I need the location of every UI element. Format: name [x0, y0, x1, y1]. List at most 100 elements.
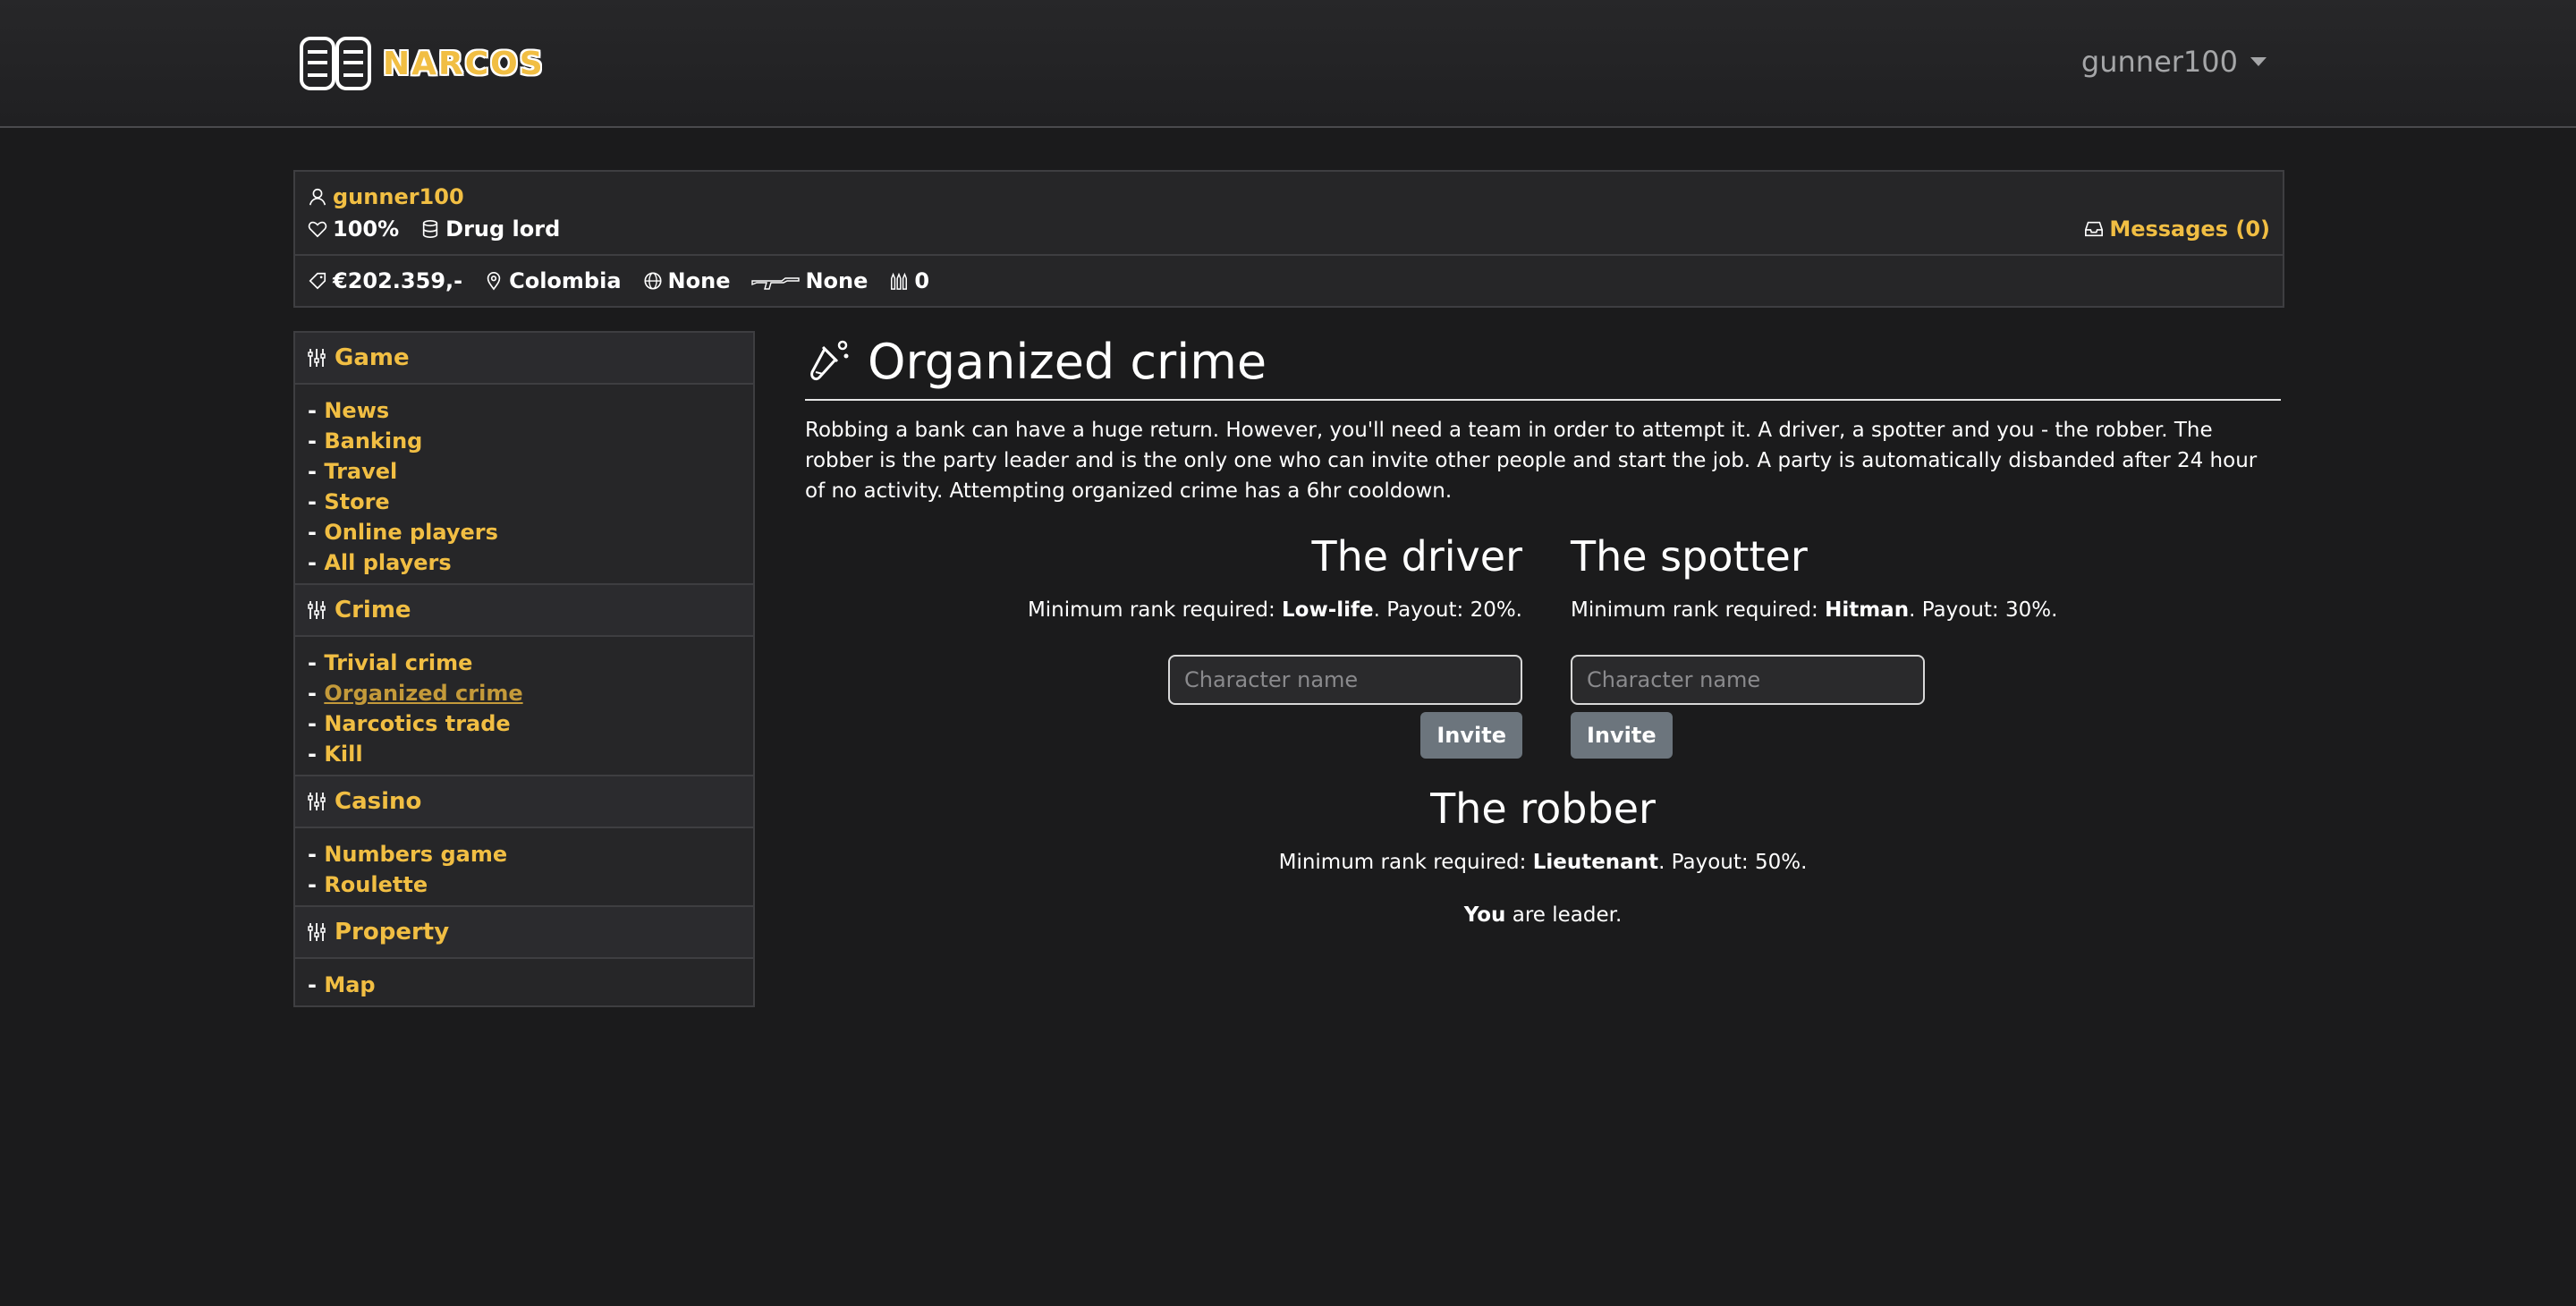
sidebar-item-news: - News [308, 395, 741, 426]
sidebar-item-all-players: - All players [308, 547, 741, 578]
sidebar-link-trivial-crime[interactable]: Trivial crime [324, 650, 472, 675]
driver-rank: Low-life [1282, 598, 1374, 622]
page-title: Organized crime [868, 333, 1267, 390]
sidebar-link-all-players[interactable]: All players [324, 550, 451, 575]
sidebar-section-items: - Numbers game - Roulette [295, 828, 753, 907]
sidebar-link-narcotics-trade[interactable]: Narcotics trade [324, 711, 510, 736]
spotter-title: The spotter [1571, 532, 1808, 581]
sliders-icon [308, 349, 326, 367]
sidebar-link-news[interactable]: News [324, 398, 389, 423]
sidebar-link-organized-crime[interactable]: Organized crime [324, 681, 522, 706]
invite-driver-button[interactable]: Invite [1420, 712, 1522, 759]
driver-role: The driver Minimum rank required: Low-li… [1028, 526, 1522, 759]
sidebar-section-game: Game [295, 333, 753, 385]
player-stats-panel: gunner100 100% Drug lord Messages (0) €2… [293, 170, 2284, 308]
stat-weapon: None [751, 268, 868, 293]
sidebar-item-online-players: - Online players [308, 517, 741, 547]
stat-country: None [643, 268, 730, 293]
flask-icon [810, 340, 849, 381]
top-navbar: NARCOS gunner100 [0, 0, 2576, 128]
sidebar-item-bullet: - [308, 650, 325, 675]
sidebar-item-trivial-crime: - Trivial crime [308, 648, 741, 678]
stat-username[interactable]: gunner100 [308, 184, 464, 209]
stat-bullets: 0 [889, 268, 929, 293]
user-dropdown-label: gunner100 [2080, 45, 2238, 79]
messages-link[interactable]: Messages (0) [2084, 216, 2270, 242]
sidebar-item-map: - Map [308, 970, 741, 1000]
sidebar-section-items: - News - Banking - Travel - Store - Online p… [295, 385, 753, 585]
sidebar-link-kill[interactable]: Kill [324, 742, 362, 767]
sidebar-link-map[interactable]: Map [324, 972, 375, 997]
sliders-icon [308, 601, 326, 619]
stat-money: €202.359,- [308, 268, 462, 293]
health-value: 100% [333, 216, 400, 242]
robber-requirement: Minimum rank required: Lieutenant. Payou… [1278, 851, 1808, 874]
sidebar-section-property: Property [295, 907, 753, 959]
narcos-logo-icon [300, 37, 371, 90]
robber-title: The robber [1430, 784, 1656, 833]
intro-text: Robbing a bank can have a huge return. H… [805, 419, 2258, 503]
stat-rank: Drug lord [420, 216, 560, 242]
sidebar-item-bullet: - [308, 428, 325, 454]
sidebar-item-travel: - Travel [308, 456, 741, 487]
page-header: Organized crime [805, 331, 2281, 401]
driver-requirement: Minimum rank required: Low-life. Payout:… [1027, 598, 1522, 622]
sidebar-item-kill: - Kill [308, 739, 741, 769]
sidebar-link-store[interactable]: Store [324, 489, 389, 514]
sidebar-section-title: Casino [335, 788, 422, 815]
sidebar-link-banking[interactable]: Banking [324, 428, 422, 454]
spotter-name-input[interactable] [1571, 655, 1925, 705]
brand-name: NARCOS [383, 45, 545, 82]
sidebar-item-roulette: - Roulette [308, 869, 741, 900]
roles-section: The driver Minimum rank required: Low-li… [805, 526, 2281, 812]
weapon-value: None [805, 268, 869, 293]
sidebar-link-online-players[interactable]: Online players [324, 520, 498, 545]
sidebar-item-bullet: - [308, 398, 325, 423]
bullets-value: 0 [914, 268, 930, 293]
bullets-icon [891, 272, 908, 290]
spotter-requirement: Minimum rank required: Hitman. Payout: 3… [1571, 598, 2058, 622]
sliders-icon [308, 923, 326, 941]
username-link[interactable]: gunner100 [333, 184, 464, 209]
sidebar-section-items: - Trivial crime - Organized crime - Narcot… [295, 637, 753, 776]
sidebar-section-title: Property [335, 919, 450, 946]
money-value: €202.359,- [333, 268, 463, 293]
messages-label: Messages (0) [2109, 216, 2270, 242]
sidebar-item-store: - Store [308, 487, 741, 517]
robber-rank: Lieutenant [1532, 851, 1659, 874]
main-content: Organized crime Robbing a bank can have … [805, 331, 2281, 927]
sidebar-item-bullet: - [308, 681, 325, 706]
sidebar-link-numbers-game[interactable]: Numbers game [324, 842, 507, 867]
sidebar-item-organized-crime: - Organized crime [308, 678, 741, 708]
sidebar-item-bullet: - [308, 550, 325, 575]
sidebar-item-numbers-game: - Numbers game [308, 839, 741, 869]
invite-spotter-button[interactable]: Invite [1571, 712, 1673, 759]
sidebar-item-bullet: - [308, 872, 325, 897]
sidebar-item-bullet: - [308, 711, 325, 736]
sidebar-item-bullet: - [308, 842, 325, 867]
sidebar-item-bullet: - [308, 972, 325, 997]
caret-down-icon [2250, 57, 2267, 66]
user-icon [309, 188, 326, 206]
sidebar-section-title: Crime [335, 597, 411, 623]
database-icon [422, 220, 438, 238]
rank-value: Drug lord [445, 216, 561, 242]
user-dropdown[interactable]: gunner100 [2081, 45, 2267, 79]
sidebar-item-bullet: - [308, 459, 325, 484]
sidebar-section-items: - Map [295, 959, 753, 1005]
robber-payout: 50%. [1754, 851, 1808, 874]
sidebar-link-travel[interactable]: Travel [324, 459, 397, 484]
sidebar-item-bullet: - [308, 520, 325, 545]
sidebar-item-bullet: - [308, 742, 325, 767]
driver-name-input[interactable] [1168, 655, 1522, 705]
tag-icon [309, 272, 326, 290]
spotter-role: The spotter Minimum rank required: Hitma… [1571, 526, 2057, 759]
sidebar-link-roulette[interactable]: Roulette [324, 872, 428, 897]
brand-logo[interactable]: NARCOS [299, 36, 545, 91]
location-value: Colombia [509, 268, 622, 293]
sidebar-item-bullet: - [308, 489, 325, 514]
stat-health: 100% [308, 216, 399, 242]
sidebar-menu: Game - News - Banking - Travel - Store - Onli… [293, 331, 755, 1007]
stat-location: Colombia [484, 268, 622, 293]
sidebar-section-casino: Casino [295, 776, 753, 828]
